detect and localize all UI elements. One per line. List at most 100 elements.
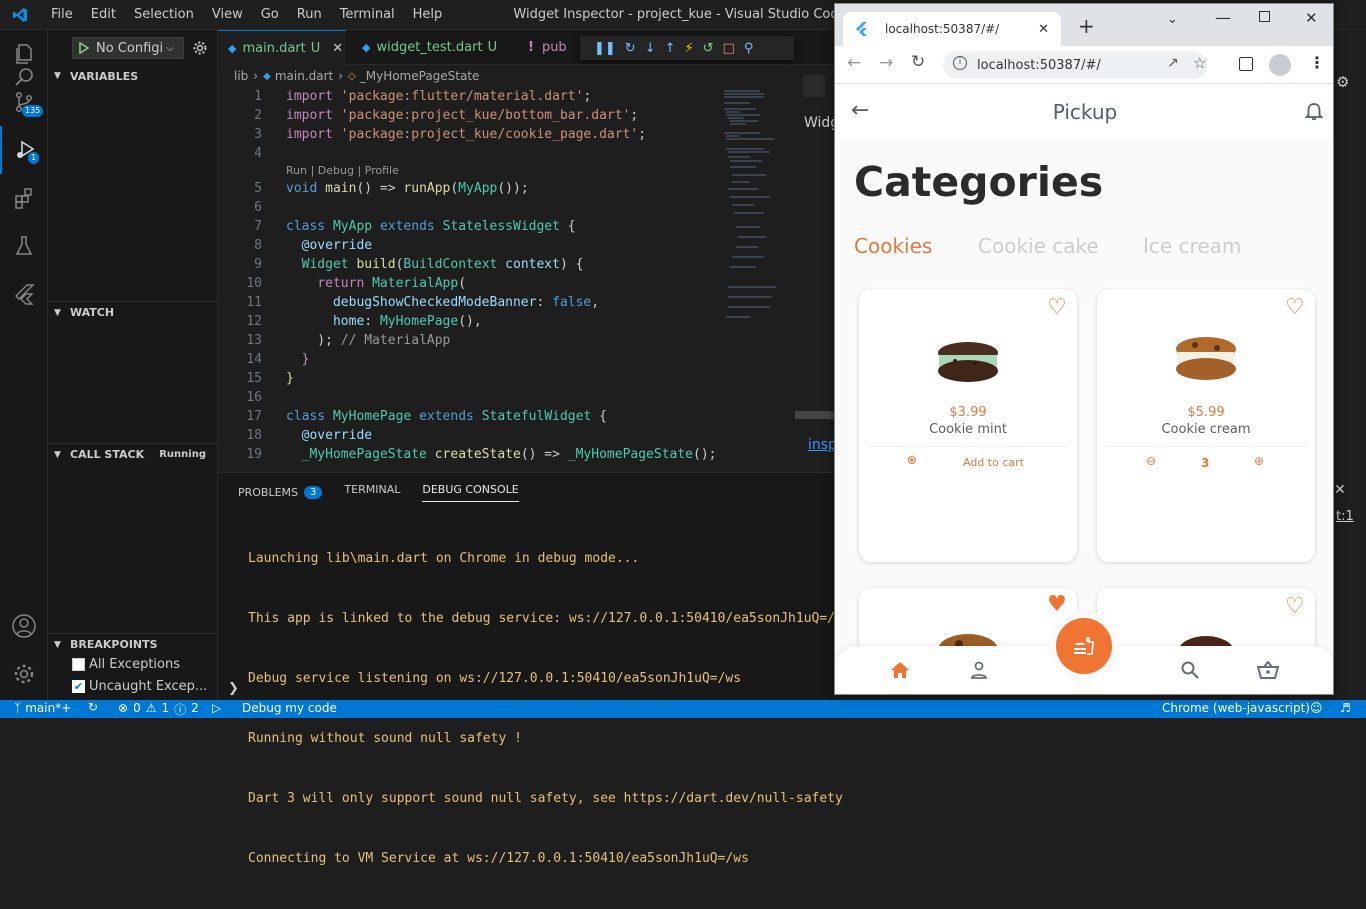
variables-section-header[interactable]: ▼ VARIABLES	[48, 65, 218, 87]
profile-avatar-icon[interactable]	[1269, 54, 1291, 76]
search-icon[interactable]	[0, 30, 48, 86]
category-tab-cookies[interactable]: Cookies	[854, 234, 932, 258]
feedback-icon[interactable]: ☺	[1310, 701, 1323, 715]
checkbox-checked-icon[interactable]: ✔	[72, 680, 85, 693]
breakpoint-uncaught-exceptions[interactable]: ✔ Uncaught Excep...	[72, 679, 207, 694]
breadcrumb-folder[interactable]: lib	[234, 69, 248, 83]
start-debug-icon[interactable]	[73, 40, 93, 56]
product-card[interactable]: ♡ $5.99 Cookie cream ⊖ 3 ⊕	[1097, 289, 1315, 562]
menu-view[interactable]: View	[203, 0, 252, 30]
problems-status[interactable]: ⊗ 0 ⚠ 1 ⓘ 2	[118, 701, 199, 718]
step-into-icon[interactable]: ↓	[645, 41, 656, 56]
minimap[interactable]	[720, 87, 780, 327]
tab-search-chevron-icon[interactable]: ⌄	[1167, 12, 1178, 27]
vscode-logo-icon[interactable]	[12, 7, 28, 23]
product-card[interactable]: ♡ $3.99 Cookie mint ♼ Add to cart	[859, 289, 1077, 562]
favorite-outline-icon[interactable]: ♡	[1285, 295, 1305, 320]
debug-settings-gear-icon[interactable]	[192, 40, 208, 56]
codelens-run-debug[interactable]: Run | Debug | Profile	[286, 164, 399, 177]
debug-status[interactable]: Debug my code	[242, 701, 337, 715]
favorite-filled-icon[interactable]: ♥	[1047, 592, 1067, 617]
forward-icon[interactable]: →	[879, 53, 893, 73]
close-icon[interactable]: ✕	[332, 41, 343, 56]
menu-selection[interactable]: Selection	[125, 0, 203, 30]
restart-icon[interactable]: ↺	[703, 41, 714, 56]
run-debug-icon[interactable]: 1	[0, 126, 48, 174]
share-icon[interactable]: ↗	[1167, 55, 1179, 71]
horizontal-scrollbar[interactable]	[795, 411, 835, 419]
menu-terminal[interactable]: Terminal	[331, 0, 404, 30]
shopping-basket-icon[interactable]	[1257, 661, 1279, 679]
step-out-icon[interactable]: ↑	[665, 41, 676, 56]
source-control-icon[interactable]: 135	[0, 78, 48, 126]
site-info-icon[interactable]: i	[953, 56, 967, 70]
breakpoints-section-header[interactable]: ▼ BREAKPOINTS	[48, 633, 218, 655]
inspect-icon[interactable]	[803, 75, 825, 97]
code-editor[interactable]: 1 import 'package:flutter/material.dart';…	[218, 87, 790, 472]
search-icon[interactable]	[1181, 661, 1199, 679]
close-window-icon[interactable]: ✕	[1305, 9, 1318, 27]
breadcrumb-file[interactable]: main.dart	[275, 69, 333, 83]
debug-config-dropdown[interactable]: No Configi ⌵	[72, 37, 184, 59]
debug-icon[interactable]: ▷	[212, 701, 221, 715]
flutter-icon[interactable]	[0, 270, 48, 318]
stop-icon[interactable]: □	[723, 41, 735, 56]
menu-run[interactable]: Run	[288, 0, 331, 30]
close-tab-icon[interactable]: ✕	[1038, 22, 1049, 37]
checkbox-unchecked[interactable]	[72, 658, 85, 671]
shopping-basket-icon[interactable]: ♼	[907, 454, 917, 467]
bell-icon[interactable]: ♬	[1340, 701, 1351, 715]
favorite-outline-icon[interactable]: ♡	[1285, 594, 1305, 619]
branch-status[interactable]: ᛉ main*+	[14, 701, 71, 715]
reload-icon[interactable]: ↻	[911, 52, 925, 72]
remove-circle-icon[interactable]: ⊖	[1146, 454, 1156, 468]
testing-icon[interactable]	[0, 222, 48, 270]
extensions-icon[interactable]	[0, 174, 48, 222]
account-icon[interactable]	[0, 602, 48, 650]
tab-terminal[interactable]: TERMINAL	[344, 483, 400, 502]
inspect-widget-icon[interactable]: ⚲	[744, 41, 754, 56]
person-icon[interactable]	[970, 661, 988, 679]
tab-pubspec[interactable]: ! pub	[518, 30, 578, 65]
browser-tab[interactable]: localhost:50387/#/ ✕	[843, 12, 1061, 46]
console-input-chevron-icon[interactable]: ❯	[228, 681, 239, 696]
breakpoint-all-exceptions[interactable]: All Exceptions	[72, 657, 180, 672]
add-circle-icon[interactable]: ⊕	[1254, 454, 1264, 468]
manage-gear-icon[interactable]	[0, 650, 48, 698]
tab-debug-console[interactable]: DEBUG CONSOLE	[422, 483, 519, 502]
more-menu-icon[interactable]: ⋮	[1309, 53, 1325, 72]
back-icon[interactable]: ←	[847, 53, 861, 73]
add-to-cart-button[interactable]: Add to cart	[963, 456, 1024, 469]
address-bar[interactable]: i localhost:50387/#/ ↗ ☆	[943, 51, 1207, 79]
step-over-icon[interactable]: ↻	[625, 41, 636, 56]
bookmark-star-icon[interactable]: ☆	[1193, 54, 1206, 72]
fast-food-fab-button[interactable]	[1056, 618, 1112, 674]
inspector-link[interactable]: insp	[808, 437, 837, 453]
gear-icon[interactable]: ⚙	[1336, 73, 1349, 91]
menu-edit[interactable]: Edit	[82, 0, 125, 30]
watch-section-header[interactable]: ▼ WATCH	[48, 301, 218, 323]
breadcrumb-symbol[interactable]: _MyHomePageState	[360, 69, 480, 83]
minimize-icon[interactable]: —	[1215, 8, 1231, 27]
home-icon[interactable]	[890, 661, 910, 679]
device-target[interactable]: Chrome (web-javascript)	[1162, 701, 1310, 715]
tab-main-dart[interactable]: ◆ main.dart U ✕	[218, 30, 346, 65]
category-tab-ice-cream[interactable]: Ice cream	[1143, 234, 1241, 258]
favorite-outline-icon[interactable]: ♡	[1047, 295, 1067, 320]
console-link[interactable]: t:1	[1336, 509, 1354, 524]
new-tab-icon[interactable]: +	[1078, 14, 1095, 38]
notifications-bell-icon[interactable]	[1305, 102, 1323, 122]
menu-file[interactable]: File	[42, 0, 82, 30]
sync-icon[interactable]: ↻	[88, 700, 98, 714]
hot-reload-icon[interactable]: ⚡	[685, 41, 694, 56]
pause-icon[interactable]: ❚❚	[594, 41, 616, 56]
menu-go[interactable]: Go	[252, 0, 288, 30]
close-icon[interactable]: ✕	[1334, 482, 1346, 498]
category-tab-cookie-cake[interactable]: Cookie cake	[978, 234, 1099, 258]
call-stack-section-header[interactable]: ▼ CALL STACK Running	[48, 443, 218, 465]
maximize-icon[interactable]	[1259, 11, 1270, 22]
side-panel-icon[interactable]	[1239, 57, 1253, 71]
tab-problems[interactable]: PROBLEMS 3	[238, 483, 323, 502]
tab-widget-test[interactable]: ◆ widget_test.dart U	[352, 30, 502, 65]
menu-help[interactable]: Help	[404, 0, 452, 30]
